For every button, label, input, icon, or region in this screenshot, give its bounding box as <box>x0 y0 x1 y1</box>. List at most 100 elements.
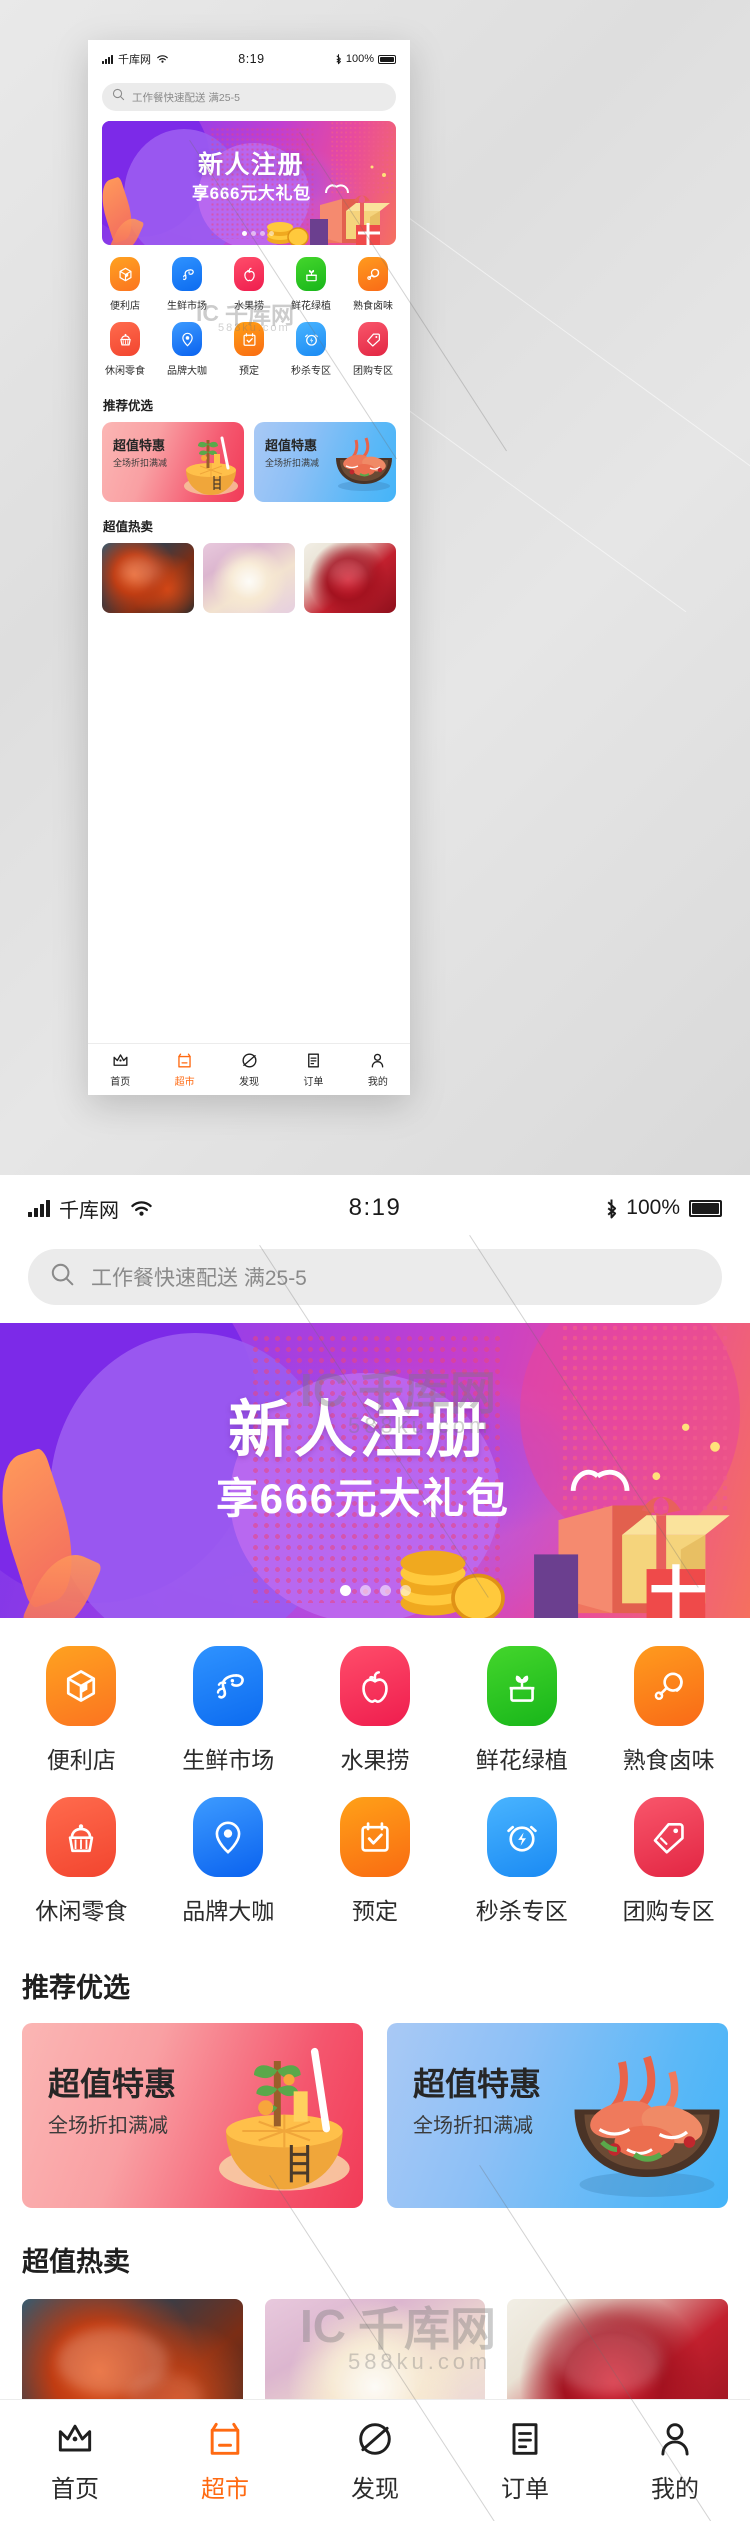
hotsale-card[interactable] <box>203 543 295 613</box>
search-input[interactable]: 工作餐快速配送 满25-5 <box>102 83 396 111</box>
category-item-水果捞[interactable]: 水果捞 <box>302 1646 449 1775</box>
cupcake-icon <box>110 322 140 356</box>
battery-percent-label: 100% <box>626 1196 680 1219</box>
tab-label: 订单 <box>303 1077 324 1088</box>
tab-超市[interactable]: 超市 <box>152 1051 216 1088</box>
meat-leg-icon <box>633 1646 704 1726</box>
tab-label: 首页 <box>51 2476 99 2503</box>
shrimp-icon <box>172 257 202 291</box>
promo-subtitle: 全场折扣满减 <box>265 458 320 468</box>
category-label: 休闲零食 <box>105 366 145 377</box>
gold-coins-illustration <box>267 222 309 245</box>
tab-label: 超市 <box>174 1077 195 1088</box>
category-item-品牌大咖[interactable]: 品牌大咖 <box>155 1797 302 1926</box>
seafood-pot-illustration <box>574 2055 720 2197</box>
category-label: 便利店 <box>110 301 140 312</box>
apple-icon <box>234 257 264 291</box>
potted-plant-icon <box>486 1646 557 1726</box>
photo-highlight <box>555 2324 662 2395</box>
category-item-预定[interactable]: 预定 <box>302 1797 449 1926</box>
tab-label: 超市 <box>201 2476 249 2503</box>
tab-label: 我的 <box>651 2476 699 2503</box>
gift-boxes-illustration <box>534 1423 730 1618</box>
price-tag-icon <box>358 322 388 356</box>
category-item-鲜花绿植[interactable]: 鲜花绿植 <box>448 1646 595 1775</box>
tab-发现[interactable]: 发现 <box>217 1051 281 1088</box>
tab-首页[interactable]: 首页 <box>0 2417 150 2504</box>
bluetooth-icon <box>334 53 343 65</box>
banner-title: 新人注册 <box>198 151 305 179</box>
promo-subtitle: 全场折扣满减 <box>113 458 168 468</box>
category-label: 便利店 <box>46 1747 116 1773</box>
category-label: 生鲜市场 <box>182 1747 275 1773</box>
search-input[interactable]: 工作餐快速配送 满25-5 <box>28 1249 722 1305</box>
promo-card[interactable]: 超值特惠 全场折扣满减 <box>254 422 396 502</box>
promo-card[interactable]: 超值特惠 全场折扣满减 <box>102 422 244 502</box>
status-bar-left: 千库网 <box>102 51 169 67</box>
tab-我的[interactable]: 我的 <box>346 1051 410 1088</box>
search-section: 工作餐快速配送 满25-5 <box>88 78 410 121</box>
category-item-便利店[interactable]: 便利店 <box>94 257 156 312</box>
status-bar-left: 千库网 <box>28 1194 154 1223</box>
tab-超市[interactable]: 超市 <box>150 2417 300 2504</box>
promo-banner[interactable]: 新人注册 享666元大礼包 <box>0 1323 750 1618</box>
planet-icon <box>359 2423 391 2455</box>
search-text: 工作餐快速配送 满25-5 <box>132 91 240 104</box>
banner-dots-indicator[interactable] <box>340 1585 411 1596</box>
calendar-check-icon <box>339 1797 410 1877</box>
promo-card-list: 超值特惠 全场折扣满减 超值特惠 全场折扣满减 <box>88 422 410 502</box>
category-item-团购专区[interactable]: 团购专区 <box>595 1797 742 1926</box>
signal-bars-icon <box>102 54 114 64</box>
shrimp-icon <box>193 1646 264 1726</box>
category-label: 团购专区 <box>622 1898 715 1924</box>
promo-title: 超值特惠 <box>48 2066 177 2102</box>
category-label: 秒杀专区 <box>475 1898 568 1924</box>
app-screen-full: 千库网 8:19 100% 工作餐快速配送 满25-5 新人注册 享666元大礼… <box>0 1175 750 2521</box>
tab-订单[interactable]: 订单 <box>281 1051 345 1088</box>
category-item-熟食卤味[interactable]: 熟食卤味 <box>342 257 404 312</box>
bluetooth-icon <box>603 1197 620 1220</box>
promo-card[interactable]: 超值特惠 全场折扣满减 <box>22 2023 363 2208</box>
category-item-团购专区[interactable]: 团购专区 <box>342 322 404 377</box>
category-label: 鲜花绿植 <box>475 1747 568 1773</box>
photo-highlight <box>118 557 161 585</box>
tab-bar: 首页 超市 发现 订单 我的 <box>88 1043 410 1095</box>
category-item-秒杀专区[interactable]: 秒杀专区 <box>448 1797 595 1926</box>
category-item-熟食卤味[interactable]: 熟食卤味 <box>595 1646 742 1775</box>
category-grid: 便利店 生鲜市场 水果捞 鲜花绿植 熟食卤味 休闲零食 品牌大咖 预定 秒杀专区… <box>0 1618 750 1932</box>
tab-label: 首页 <box>110 1077 131 1088</box>
category-item-鲜花绿植[interactable]: 鲜花绿植 <box>280 257 342 312</box>
promo-title: 超值特惠 <box>265 438 318 453</box>
wifi-icon <box>129 1199 154 1218</box>
category-label: 品牌大咖 <box>182 1898 275 1924</box>
tab-label: 订单 <box>501 2476 549 2503</box>
section-title-recommend: 推荐优选 <box>22 1973 130 2003</box>
hotsale-card[interactable] <box>304 543 396 613</box>
planet-icon <box>242 1053 257 1068</box>
tab-label: 发现 <box>351 2476 399 2503</box>
battery-percent-label: 100% <box>345 53 374 65</box>
signal-bars-icon <box>28 1199 51 1217</box>
tab-我的[interactable]: 我的 <box>600 2417 750 2504</box>
promo-banner[interactable]: 新人注册 享666元大礼包 <box>102 121 396 245</box>
promo-card[interactable]: 超值特惠 全场折扣满减 <box>387 2023 728 2208</box>
tab-首页[interactable]: 首页 <box>88 1051 152 1088</box>
tab-发现[interactable]: 发现 <box>300 2417 450 2504</box>
status-bar-right: 100% <box>603 1196 722 1220</box>
promo-title: 超值特惠 <box>113 438 166 453</box>
banner-dots-indicator[interactable] <box>242 231 274 236</box>
category-label: 生鲜市场 <box>167 301 207 312</box>
category-item-生鲜市场[interactable]: 生鲜市场 <box>155 1646 302 1775</box>
category-item-休闲零食[interactable]: 休闲零食 <box>94 322 156 377</box>
category-item-休闲零食[interactable]: 休闲零食 <box>8 1797 155 1926</box>
category-label: 水果捞 <box>234 301 264 312</box>
category-item-品牌大咖[interactable]: 品牌大咖 <box>156 322 218 377</box>
category-item-便利店[interactable]: 便利店 <box>8 1646 155 1775</box>
tab-订单[interactable]: 订单 <box>450 2417 600 2504</box>
hotsale-card[interactable] <box>102 543 194 613</box>
status-bar-time: 8:19 <box>348 1194 402 1221</box>
category-item-生鲜市场[interactable]: 生鲜市场 <box>156 257 218 312</box>
tab-label: 我的 <box>367 1077 388 1088</box>
location-pin-icon <box>172 322 202 356</box>
battery-full-icon <box>689 1199 722 1217</box>
